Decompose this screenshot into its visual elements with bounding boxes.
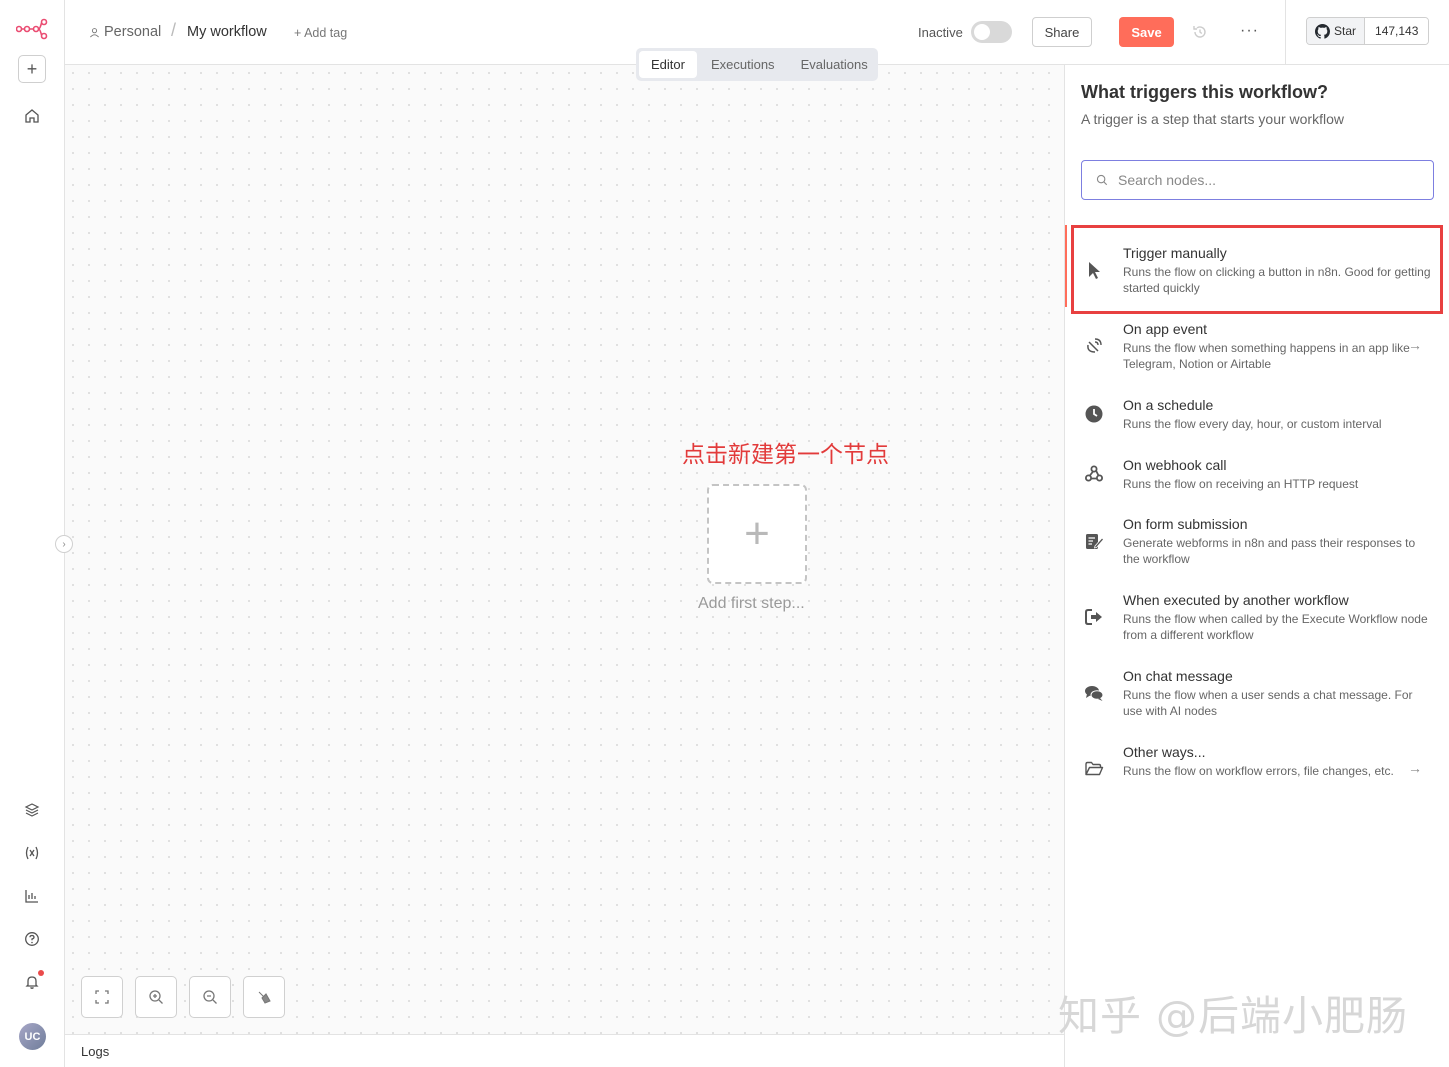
- search-input[interactable]: Search nodes...: [1081, 160, 1434, 200]
- home-icon[interactable]: [22, 106, 42, 126]
- logs-label: Logs: [81, 1044, 110, 1059]
- topbar-divider: [1285, 0, 1286, 65]
- tab-editor[interactable]: Editor: [639, 51, 697, 78]
- form-icon: [1083, 530, 1105, 552]
- trigger-item-desc: Runs the flow on clicking a button in n8…: [1123, 265, 1431, 295]
- annotation-text: 点击新建第一个节点: [682, 442, 889, 468]
- view-tabs: Editor Executions Evaluations: [636, 48, 878, 81]
- trigger-item-title: Other ways...: [1123, 744, 1206, 760]
- tab-evaluations[interactable]: Evaluations: [789, 51, 880, 78]
- notification-dot: [38, 970, 44, 976]
- trigger-item-title: On chat message: [1123, 668, 1233, 684]
- save-button[interactable]: Save: [1119, 17, 1174, 47]
- search-placeholder: Search nodes...: [1118, 172, 1217, 188]
- trigger-item-title: On a schedule: [1123, 397, 1214, 413]
- trigger-item-desc: Runs the flow when a user sends a chat m…: [1123, 688, 1413, 718]
- trigger-item-title: On webhook call: [1123, 457, 1227, 473]
- zoom-out-button[interactable]: [189, 976, 231, 1018]
- github-star-label: Star: [1334, 24, 1357, 38]
- trigger-item-title: Trigger manually: [1123, 245, 1227, 261]
- canvas-controls: [81, 976, 285, 1018]
- add-tag-button[interactable]: + Add tag: [294, 26, 347, 40]
- trigger-item-desc: Runs the flow when something happens in …: [1123, 341, 1410, 371]
- trigger-item-desc: Runs the flow on workflow errors, file c…: [1123, 764, 1394, 778]
- breadcrumb-separator: /: [171, 20, 177, 40]
- notifications-bell-icon[interactable]: [22, 970, 44, 992]
- active-toggle[interactable]: [971, 21, 1012, 43]
- arrow-right-icon: →: [1408, 337, 1422, 353]
- logs-panel[interactable]: Logs: [65, 1034, 1064, 1067]
- trigger-item-title: On form submission: [1123, 516, 1248, 532]
- selected-indicator: [1065, 225, 1067, 307]
- zoom-in-button[interactable]: [135, 976, 177, 1018]
- tab-executions[interactable]: Executions: [699, 51, 787, 78]
- trigger-item-desc: Runs the flow when called by the Execute…: [1123, 612, 1428, 642]
- clock-icon: [1083, 403, 1105, 425]
- github-icon: [1315, 23, 1330, 39]
- satellite-icon: [1083, 335, 1105, 357]
- trigger-item-desc: Generate webforms in n8n and pass their …: [1123, 536, 1416, 566]
- insights-icon[interactable]: [22, 886, 42, 906]
- folder-open-icon: [1083, 758, 1105, 780]
- panel-title: What triggers this workflow?: [1081, 82, 1329, 102]
- workflow-name[interactable]: My workflow: [187, 24, 267, 40]
- history-icon[interactable]: [1191, 23, 1209, 41]
- variables-icon[interactable]: [22, 843, 42, 863]
- arrow-right-icon: →: [1408, 760, 1422, 776]
- sign-in-icon: [1083, 606, 1105, 628]
- fit-view-button[interactable]: [81, 976, 123, 1018]
- help-icon[interactable]: [22, 929, 42, 949]
- chat-icon: [1083, 682, 1105, 704]
- user-avatar[interactable]: UC: [19, 1023, 46, 1050]
- trigger-item-title: When executed by another workflow: [1123, 592, 1349, 608]
- user-icon: [90, 27, 99, 37]
- trigger-panel: What triggers this workflow? A trigger i…: [1064, 65, 1449, 1067]
- zoom-out-icon: [203, 990, 217, 1004]
- trigger-item-desc: Runs the flow on receiving an HTTP reque…: [1123, 477, 1359, 491]
- watermark: 知乎 @后端小肥肠: [1058, 992, 1409, 1040]
- cursor-icon: [1083, 259, 1105, 281]
- github-star-count: 147,143: [1365, 18, 1429, 44]
- trigger-item-title: On app event: [1123, 321, 1208, 337]
- webhook-icon: [1083, 463, 1105, 485]
- n8n-logo-icon[interactable]: [15, 18, 48, 40]
- more-options-icon[interactable]: ···: [1240, 22, 1259, 40]
- templates-icon[interactable]: [22, 800, 42, 820]
- breadcrumb-project[interactable]: Personal: [89, 24, 161, 40]
- add-first-step-button[interactable]: +: [707, 484, 807, 584]
- broom-icon: [258, 991, 271, 1004]
- panel-subtitle: A trigger is a step that starts your wor…: [1081, 111, 1344, 127]
- active-status-label: Inactive: [918, 25, 963, 40]
- zoom-in-icon: [149, 990, 163, 1004]
- share-button[interactable]: Share: [1032, 17, 1092, 47]
- fit-view-icon: [95, 990, 109, 1004]
- expand-sidebar-chevron-icon[interactable]: ›: [55, 535, 73, 553]
- add-first-step-label: Add first step...: [698, 595, 805, 612]
- main-sidebar: + UC: [0, 0, 65, 1067]
- github-star-button[interactable]: Star 147,143: [1306, 17, 1430, 45]
- tidy-up-button[interactable]: [243, 976, 285, 1018]
- search-icon: [1096, 174, 1108, 186]
- workflow-canvas[interactable]: [65, 65, 1064, 1034]
- trigger-item-desc: Runs the flow every day, hour, or custom…: [1123, 417, 1382, 431]
- create-button[interactable]: +: [18, 55, 46, 83]
- breadcrumb-project-label: Personal: [104, 24, 162, 40]
